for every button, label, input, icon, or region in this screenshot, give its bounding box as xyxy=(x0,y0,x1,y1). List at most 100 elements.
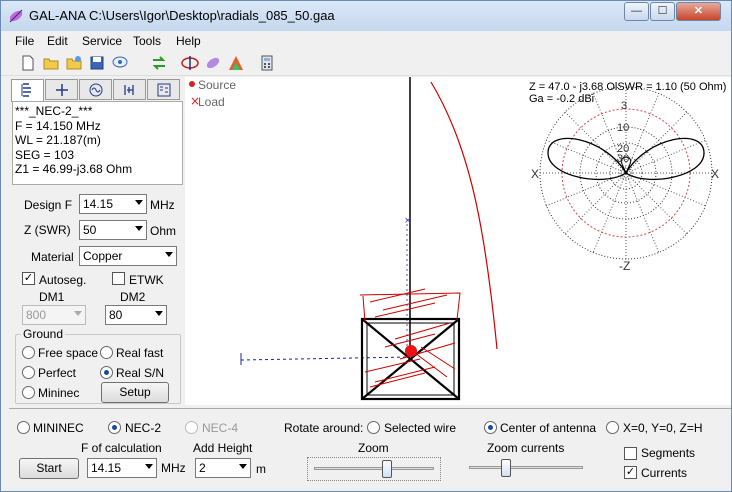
dm1-select: 800 xyxy=(22,305,86,325)
title-bar: GAL-ANA C:\Users\Igor\Desktop\radials_08… xyxy=(1,1,731,31)
zoom-currents-label: Zoom currents xyxy=(487,441,565,455)
etwk-checkbox[interactable] xyxy=(112,272,125,285)
geometry-tab-icon xyxy=(21,83,31,97)
ground-real-sn-radio[interactable] xyxy=(100,366,113,379)
ground-real-fast-label: Real fast xyxy=(116,346,164,360)
open-recent-icon[interactable] xyxy=(65,54,83,72)
start-button[interactable]: Start xyxy=(19,458,79,479)
info-line-segments: SEG = 103 xyxy=(15,147,75,162)
polar-axis-left: X xyxy=(531,167,540,181)
source-tab-icon xyxy=(89,83,102,97)
dm2-value: 80 xyxy=(109,308,123,322)
shape-icon[interactable] xyxy=(204,54,222,72)
close-button[interactable]: ✕ xyxy=(676,2,721,21)
autoseg-checkbox[interactable]: ✓ xyxy=(22,272,35,285)
f-calc-input[interactable]: 14.15 xyxy=(87,458,157,478)
ground-perfect-radio[interactable] xyxy=(22,366,35,379)
impedance-readout: Z = 47.0 - j3.68 OlSWR = 1.10 (50 Ohm) xyxy=(529,81,727,93)
reverse-icon[interactable] xyxy=(150,54,168,72)
material-value: Copper xyxy=(83,249,123,263)
chevron-down-icon xyxy=(239,464,247,469)
color-map-icon[interactable] xyxy=(227,54,245,72)
minimize-button[interactable]: — xyxy=(624,2,649,21)
f-calc-label: F of calculation xyxy=(81,441,162,455)
dm1-value: 800 xyxy=(26,308,47,322)
save-icon[interactable] xyxy=(88,54,106,72)
antenna-icon[interactable] xyxy=(181,54,199,72)
rotate-selected-wire-label: Selected wire xyxy=(384,421,457,435)
chevron-down-icon xyxy=(135,200,143,205)
zoom-slider[interactable] xyxy=(307,457,441,481)
ground-perfect-label: Perfect xyxy=(38,366,77,380)
source-legend-label: Source xyxy=(198,78,237,92)
material-select[interactable]: Copper xyxy=(79,246,177,266)
segments-checkbox[interactable] xyxy=(624,447,637,460)
engine-nec2-label: NEC-2 xyxy=(125,421,162,435)
new-file-icon[interactable] xyxy=(19,54,37,72)
engine-mininec-radio[interactable] xyxy=(17,421,30,434)
chevron-down-icon xyxy=(74,311,82,316)
z-swr-unit: Ohm xyxy=(150,224,177,238)
ground-mininec-radio[interactable] xyxy=(22,386,35,399)
left-panel: ***_NEC-2_*** F = 14.150 MHz WL = 21.187… xyxy=(9,77,184,407)
impedance-tab[interactable] xyxy=(147,79,180,100)
polar-axis-right: X xyxy=(711,167,720,181)
chevron-down-icon xyxy=(135,226,143,231)
chevron-down-icon xyxy=(165,252,173,257)
menu-help[interactable]: Help xyxy=(176,34,201,48)
polar-ring-label-10: 10 xyxy=(617,122,630,134)
zoom-currents-slider-thumb[interactable] xyxy=(501,459,511,477)
menu-service[interactable]: Service xyxy=(82,34,122,48)
sweep-tab[interactable] xyxy=(113,79,146,100)
geometry-tab[interactable] xyxy=(11,79,44,102)
axis-marker-icon: × xyxy=(404,216,412,226)
cross-tab[interactable] xyxy=(45,79,78,100)
calculator-icon[interactable] xyxy=(258,54,276,72)
maximize-button[interactable]: ☐ xyxy=(650,2,675,21)
polar-ring-label-30: 30 xyxy=(617,153,630,165)
ground-setup-button[interactable]: Setup xyxy=(101,382,169,403)
rotate-around-label: Rotate around: xyxy=(284,421,364,435)
zoom-label: Zoom xyxy=(358,441,389,455)
engine-nec2-radio[interactable] xyxy=(108,421,121,434)
info-line-wavelength: WL = 21.187(m) xyxy=(15,133,101,148)
add-height-input[interactable]: 2 xyxy=(195,458,251,478)
info-line-frequency: F = 14.150 MHz xyxy=(15,118,101,133)
f-calc-unit: MHz xyxy=(161,461,186,475)
polar-axis-bottom: -Z xyxy=(619,259,631,273)
currents-checkbox[interactable]: ✓ xyxy=(624,466,637,479)
f-calc-value: 14.15 xyxy=(91,461,122,475)
z-swr-value: 50 xyxy=(83,223,97,237)
rotate-origin-radio[interactable] xyxy=(606,421,619,434)
zoom-currents-slider[interactable] xyxy=(467,457,587,481)
source-tab[interactable] xyxy=(79,79,112,100)
chevron-down-icon xyxy=(145,464,153,469)
toolbar xyxy=(1,51,731,76)
menu-tools[interactable]: Tools xyxy=(133,34,161,48)
info-line-engine: ***_NEC-2_*** xyxy=(15,104,93,118)
rotate-selected-wire-radio[interactable] xyxy=(367,421,380,434)
ground-real-fast-radio[interactable] xyxy=(100,346,113,359)
info-line-impedance: Z1 = 46.99-j3.68 Ohm xyxy=(15,162,133,177)
design-f-input[interactable]: 14.15 xyxy=(79,194,147,214)
menu-bar: File Edit Service Tools Help xyxy=(1,31,731,51)
menu-file[interactable]: File xyxy=(15,34,34,48)
rotate-origin-label: X=0, Y=0, Z=H xyxy=(623,421,703,435)
ground-free-space-radio[interactable] xyxy=(22,346,35,359)
z-swr-input[interactable]: 50 xyxy=(79,220,147,240)
dm2-label: DM2 xyxy=(120,290,146,304)
sweep-tab-icon xyxy=(123,85,134,95)
segments-label: Segments xyxy=(641,446,696,460)
menu-edit[interactable]: Edit xyxy=(47,34,68,48)
zoom-slider-thumb[interactable] xyxy=(382,460,392,478)
x-axis-line xyxy=(240,356,411,361)
tab-strip xyxy=(11,79,183,102)
rotate-center-antenna-radio[interactable] xyxy=(484,421,497,434)
design-f-unit: MHz xyxy=(150,198,175,212)
currents-label: Currents xyxy=(641,466,688,480)
engine-nec4-radio xyxy=(185,421,198,434)
antenna-view-canvas[interactable]: × × Source Load Z = 47.0 - j3.68 OlSWR =… xyxy=(185,77,731,405)
pattern-icon[interactable] xyxy=(111,54,129,72)
open-folder-icon[interactable] xyxy=(42,54,60,72)
dm2-select[interactable]: 80 xyxy=(105,305,167,325)
